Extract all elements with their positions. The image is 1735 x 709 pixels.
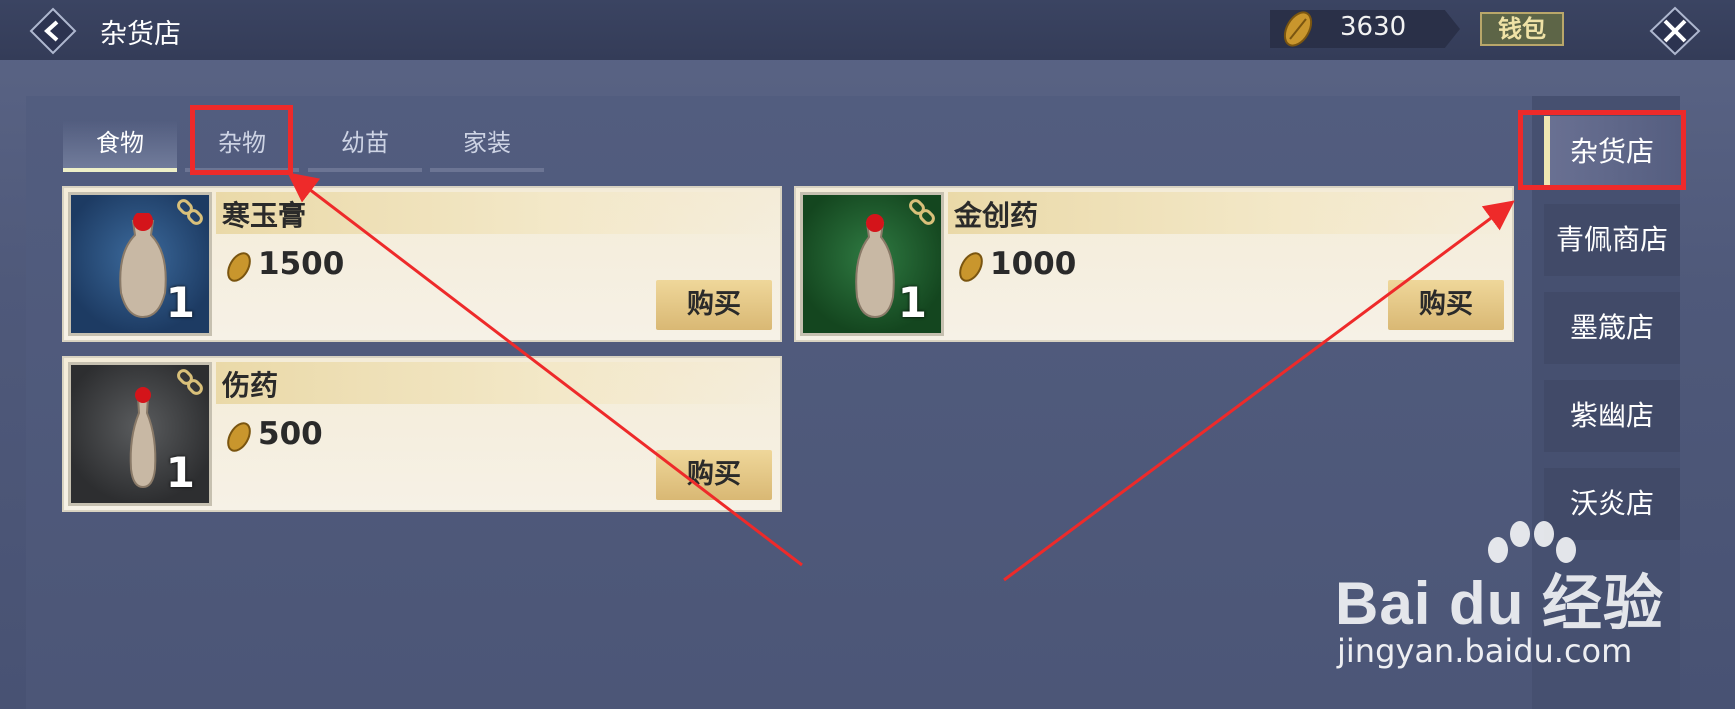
item-card[interactable]: 1 寒玉膏 1500 购买 bbox=[62, 186, 782, 342]
tab-label: 食物 bbox=[96, 129, 144, 157]
chain-link-icon bbox=[175, 199, 205, 233]
coin-amount: 3630 bbox=[1340, 12, 1407, 42]
close-button[interactable] bbox=[1648, 6, 1702, 56]
coin-icon bbox=[227, 252, 251, 282]
item-quantity: 1 bbox=[897, 278, 927, 327]
sidebar-item-mozhen[interactable]: 墨箴店 bbox=[1544, 292, 1680, 364]
sidebar-item-label: 青佩商店 bbox=[1555, 223, 1668, 256]
sidebar-item-label: 沃炎店 bbox=[1569, 487, 1654, 520]
sidebar-item-ziyou[interactable]: 紫幽店 bbox=[1544, 380, 1680, 452]
item-image: 1 bbox=[68, 192, 212, 336]
tab-food[interactable]: 食物 bbox=[63, 120, 177, 172]
highlight-box-shop bbox=[1518, 110, 1686, 190]
item-quantity: 1 bbox=[165, 278, 195, 327]
item-price: 1500 bbox=[258, 246, 345, 282]
tab-label: 幼苗 bbox=[341, 129, 389, 157]
tab-underline bbox=[63, 168, 177, 172]
highlight-box-tab bbox=[190, 105, 293, 175]
item-name: 金创药 bbox=[954, 199, 1039, 232]
top-bar bbox=[0, 0, 1735, 60]
buy-button[interactable]: 购买 bbox=[1388, 280, 1504, 330]
tab-underline bbox=[308, 168, 422, 172]
wallet-button[interactable]: 钱包 bbox=[1480, 12, 1564, 46]
item-image: 1 bbox=[800, 192, 944, 336]
item-price: 1000 bbox=[990, 246, 1077, 282]
item-image: 1 bbox=[68, 362, 212, 506]
item-card[interactable]: 1 伤药 500 购买 bbox=[62, 356, 782, 512]
item-card[interactable]: 1 金创药 1000 购买 bbox=[794, 186, 1514, 342]
tab-furnishing[interactable]: 家装 bbox=[430, 120, 544, 172]
tab-seedlings[interactable]: 幼苗 bbox=[308, 120, 422, 172]
back-arrow-icon bbox=[29, 7, 77, 55]
tab-underline bbox=[430, 168, 544, 172]
coin-icon bbox=[227, 422, 251, 452]
close-x-icon bbox=[1649, 6, 1701, 56]
watermark-brand: Bai du 经验 bbox=[1335, 570, 1665, 637]
sidebar-item-qingpei[interactable]: 青佩商店 bbox=[1544, 204, 1680, 276]
sidebar-item-label: 墨箴店 bbox=[1569, 311, 1654, 344]
item-price: 500 bbox=[258, 416, 323, 452]
watermark-url: jingyan.baidu.com bbox=[1337, 632, 1633, 670]
sidebar-item-label: 紫幽店 bbox=[1569, 399, 1654, 432]
item-quantity: 1 bbox=[165, 448, 195, 497]
item-name-bar bbox=[216, 362, 776, 404]
item-name: 寒玉膏 bbox=[222, 199, 307, 232]
coin-icon bbox=[1283, 11, 1313, 47]
back-button[interactable] bbox=[28, 6, 78, 56]
chain-link-icon bbox=[175, 369, 205, 403]
tab-label: 家装 bbox=[463, 129, 511, 157]
chain-link-icon bbox=[907, 199, 937, 233]
coin-icon bbox=[959, 252, 983, 282]
page-title: 杂货店 bbox=[100, 19, 181, 50]
item-name: 伤药 bbox=[222, 369, 279, 402]
buy-button[interactable]: 购买 bbox=[656, 450, 772, 500]
buy-button[interactable]: 购买 bbox=[656, 280, 772, 330]
